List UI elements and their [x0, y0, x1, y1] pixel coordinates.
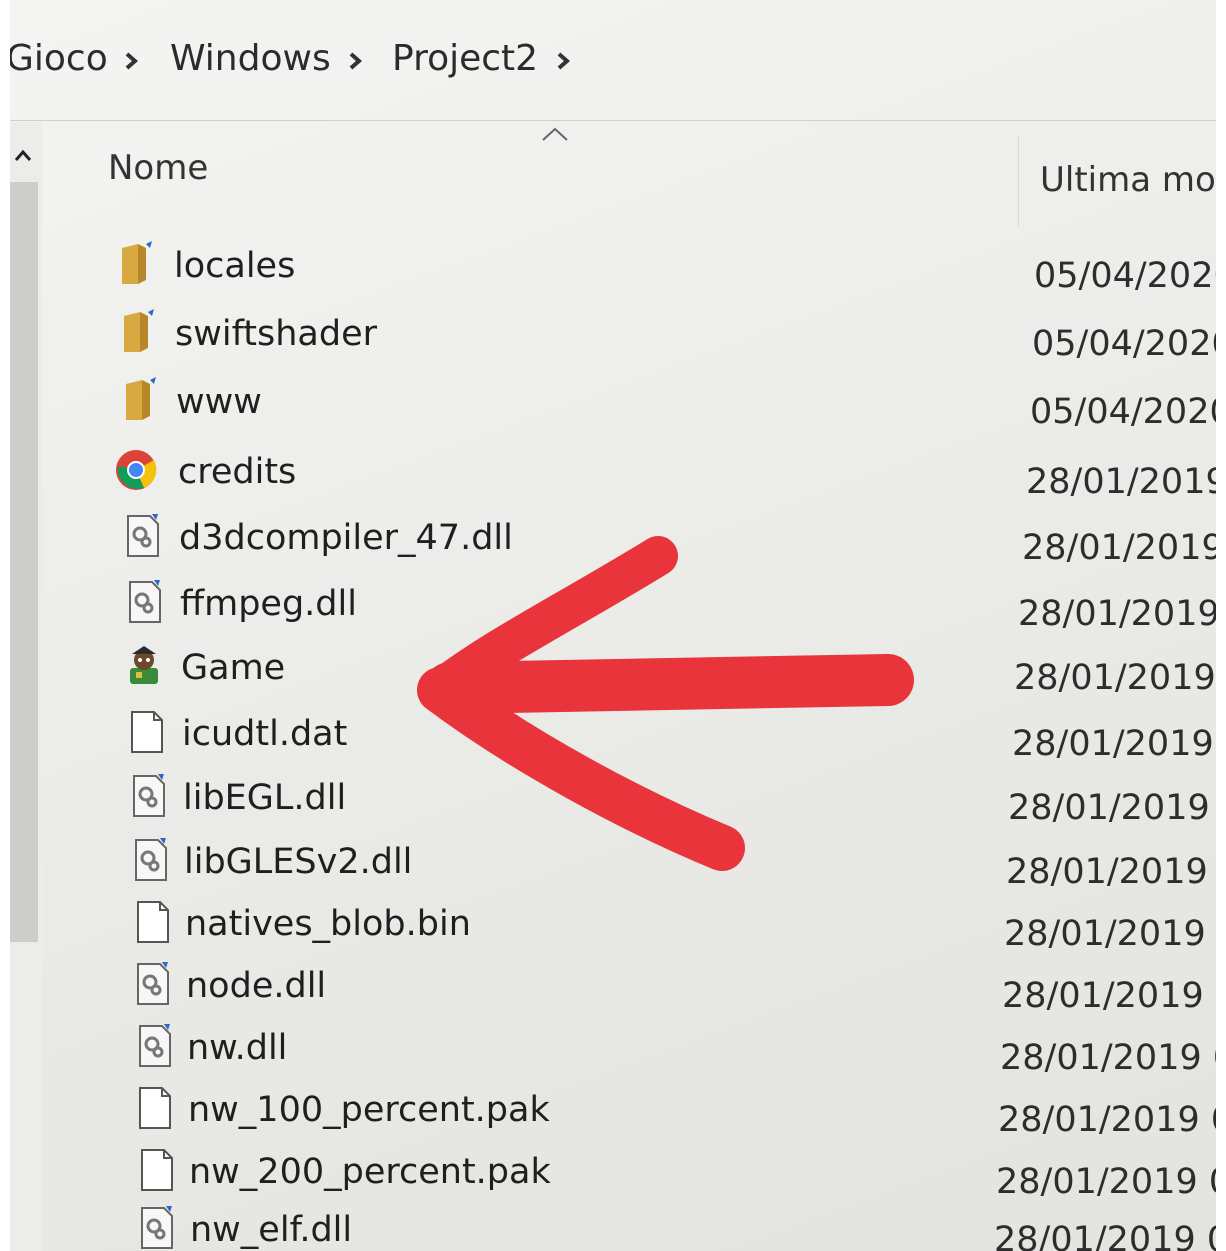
file-name[interactable]: d3dcompiler_47.dll: [179, 518, 513, 558]
column-divider[interactable]: [1018, 136, 1019, 226]
file-row[interactable]: nw.dll 28/01/2019 0: [10, 1022, 1216, 1082]
file-row[interactable]: ffmpeg.dll 28/01/2019: [10, 578, 1216, 638]
file-date-modified: 05/04/2020: [1032, 324, 1216, 364]
file-name[interactable]: nw_100_percent.pak: [188, 1090, 550, 1130]
file-date-modified: 28/01/2019 0: [1002, 976, 1216, 1016]
file-name[interactable]: libGLESv2.dll: [184, 842, 412, 882]
column-header-name[interactable]: Nome: [108, 148, 208, 188]
file-explorer-window: Gioco Windows Project2 Nome Ultima mo lo…: [10, 0, 1216, 1251]
file-name[interactable]: credits: [178, 452, 296, 492]
breadcrumb-item-project2[interactable]: Project2: [392, 38, 538, 79]
file-row[interactable]: locales 05/04/2020: [10, 240, 1216, 300]
chrome-icon: [114, 446, 158, 494]
file-icon: [134, 1146, 178, 1194]
folder-icon: [118, 308, 162, 356]
dll-icon: [122, 578, 166, 626]
dll-icon: [126, 772, 170, 820]
file-row[interactable]: nw_200_percent.pak 28/01/2019 0: [10, 1146, 1216, 1206]
file-name[interactable]: www: [176, 382, 262, 422]
file-name[interactable]: swiftshader: [175, 314, 377, 354]
file-name[interactable]: icudtl.dat: [182, 714, 347, 754]
file-date-modified: 05/04/2020: [1030, 392, 1216, 432]
file-name[interactable]: ffmpeg.dll: [180, 584, 357, 624]
chevron-right-icon: [125, 52, 139, 70]
file-date-modified: 28/01/2019: [1014, 658, 1216, 698]
file-row[interactable]: credits 28/01/2019: [10, 446, 1216, 506]
file-name[interactable]: locales: [174, 246, 295, 286]
file-row[interactable]: d3dcompiler_47.dll 28/01/2019: [10, 512, 1216, 572]
file-date-modified: 28/01/2019: [1018, 594, 1216, 634]
file-row[interactable]: swiftshader 05/04/2020: [10, 308, 1216, 368]
file-date-modified: 28/01/2019 (: [1006, 852, 1216, 892]
dll-icon: [120, 512, 164, 560]
file-row[interactable]: www 05/04/2020: [10, 376, 1216, 436]
file-date-modified: 28/01/2019 (: [1008, 788, 1216, 828]
dll-icon: [130, 960, 174, 1008]
scroll-up-icon[interactable]: [14, 148, 32, 162]
sort-ascending-icon: [542, 127, 568, 141]
file-date-modified: 28/01/2019: [1012, 724, 1214, 764]
dll-icon: [134, 1204, 178, 1251]
dll-icon: [128, 836, 172, 884]
chevron-right-icon: [349, 52, 363, 70]
breadcrumb-item-windows[interactable]: Windows: [170, 38, 331, 79]
dll-icon: [132, 1022, 176, 1070]
file-date-modified: 05/04/2020: [1034, 256, 1216, 296]
game-icon: [122, 642, 166, 690]
file-date-modified: 28/01/2019 0: [998, 1100, 1216, 1140]
file-date-modified: 28/01/2019 0: [994, 1220, 1216, 1251]
file-name[interactable]: nw_elf.dll: [190, 1210, 352, 1250]
file-name[interactable]: Game: [181, 648, 285, 688]
file-icon: [124, 708, 168, 756]
file-row[interactable]: node.dll 28/01/2019 0: [10, 960, 1216, 1020]
file-date-modified: 28/01/2019: [1026, 462, 1216, 502]
chevron-right-icon[interactable]: [554, 46, 574, 76]
file-date-modified: 28/01/2019: [1022, 528, 1216, 568]
breadcrumb-item-gioco[interactable]: Gioco: [10, 38, 108, 79]
file-name[interactable]: libEGL.dll: [183, 778, 346, 818]
file-date-modified: 28/01/2019 0: [996, 1162, 1216, 1202]
folder-icon: [116, 240, 160, 288]
file-name[interactable]: node.dll: [186, 966, 326, 1006]
file-icon: [130, 898, 174, 946]
file-row[interactable]: libGLESv2.dll 28/01/2019 (: [10, 836, 1216, 896]
file-row[interactable]: natives_blob.bin 28/01/2019 0: [10, 898, 1216, 958]
file-name[interactable]: nw.dll: [187, 1028, 287, 1068]
file-row[interactable]: icudtl.dat 28/01/2019: [10, 708, 1216, 768]
breadcrumb: Gioco Windows Project2: [10, 0, 1216, 121]
file-name[interactable]: nw_200_percent.pak: [189, 1152, 551, 1192]
file-row[interactable]: Game 28/01/2019: [10, 642, 1216, 702]
file-row[interactable]: nw_elf.dll 28/01/2019 0: [10, 1204, 1216, 1251]
file-name[interactable]: natives_blob.bin: [185, 904, 471, 944]
file-icon: [132, 1084, 176, 1132]
column-header-date-modified[interactable]: Ultima mo: [1040, 160, 1216, 200]
file-date-modified: 28/01/2019 0: [1000, 1038, 1216, 1078]
file-row[interactable]: nw_100_percent.pak 28/01/2019 0: [10, 1084, 1216, 1144]
file-row[interactable]: libEGL.dll 28/01/2019 (: [10, 772, 1216, 832]
folder-icon: [120, 376, 164, 424]
file-date-modified: 28/01/2019 0: [1004, 914, 1216, 954]
